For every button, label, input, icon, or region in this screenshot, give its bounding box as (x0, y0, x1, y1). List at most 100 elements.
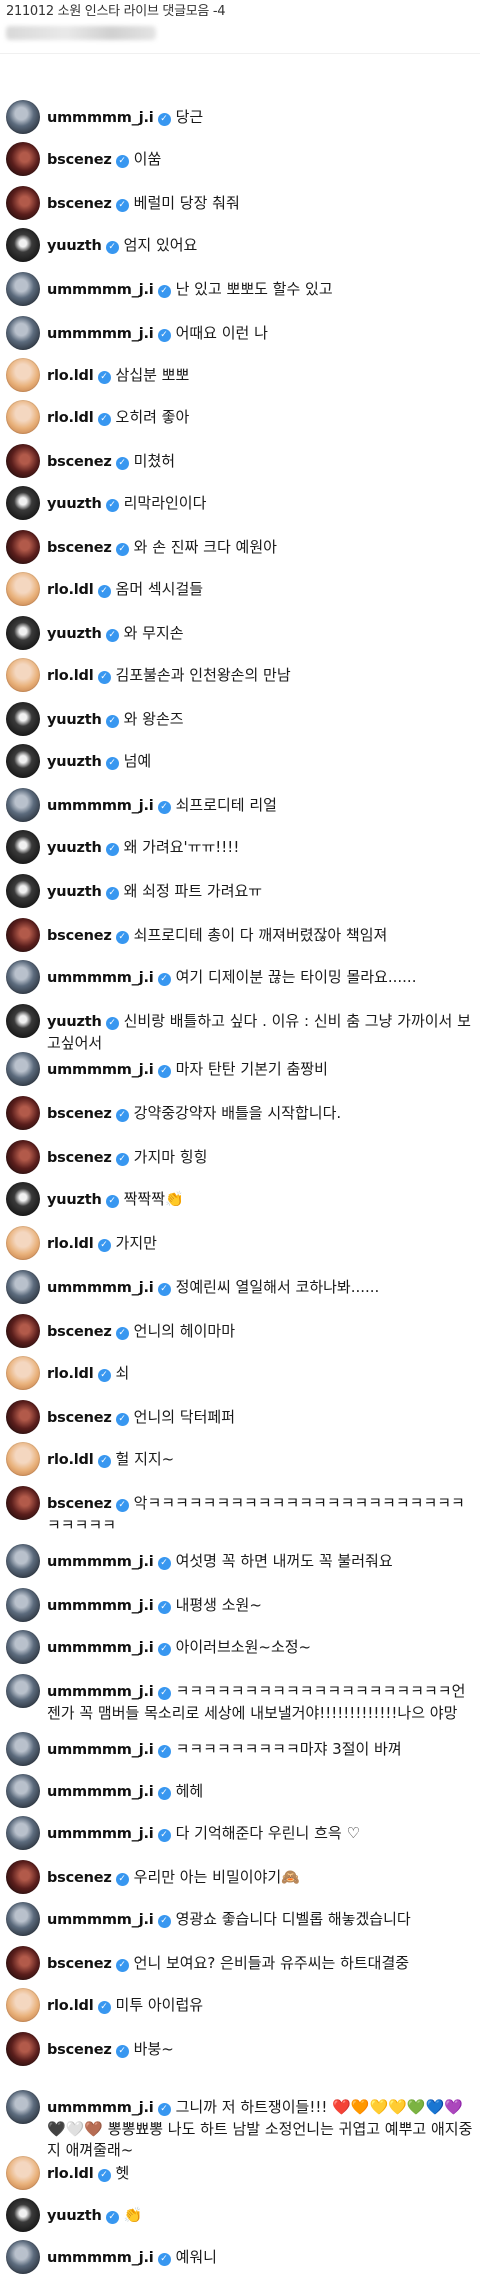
avatar[interactable] (6, 142, 40, 176)
comment-username[interactable]: yuuzth (47, 496, 102, 512)
avatar[interactable] (6, 2198, 40, 2232)
comment-username[interactable]: ummmmm_j.i (47, 1280, 154, 1296)
avatar[interactable] (6, 228, 40, 262)
comment-username[interactable]: yuuzth (47, 626, 102, 642)
avatar[interactable] (6, 830, 40, 864)
avatar[interactable] (6, 1630, 40, 1664)
avatar[interactable] (6, 186, 40, 220)
avatar[interactable] (6, 1004, 40, 1038)
avatar[interactable] (6, 530, 40, 564)
comment-username[interactable]: bscenez (47, 454, 112, 470)
avatar[interactable] (6, 1946, 40, 1980)
avatar[interactable] (6, 1774, 40, 1808)
comment-username[interactable]: ummmmm_j.i (47, 1684, 154, 1700)
avatar[interactable] (6, 358, 40, 392)
comment-username[interactable]: bscenez (47, 540, 112, 556)
avatar[interactable] (6, 1400, 40, 1434)
comment-username[interactable]: rlo.ldl (47, 1452, 94, 1468)
avatar[interactable] (6, 2090, 40, 2124)
comment-username[interactable]: bscenez (47, 196, 112, 212)
avatar[interactable] (6, 658, 40, 692)
avatar[interactable] (6, 1442, 40, 1476)
avatar[interactable] (6, 444, 40, 478)
avatar[interactable] (6, 1486, 40, 1520)
comment-username[interactable]: ummmmm_j.i (47, 1912, 154, 1928)
avatar[interactable] (6, 960, 40, 994)
comment-username[interactable]: ummmmm_j.i (47, 1598, 154, 1614)
comment-username[interactable]: yuuzth (47, 712, 102, 728)
avatar[interactable] (6, 616, 40, 650)
comment-username[interactable]: rlo.ldl (47, 368, 94, 384)
comment-username[interactable]: bscenez (47, 1956, 112, 1972)
verified-badge-icon: ✓ (115, 931, 129, 944)
comment-username[interactable]: ummmmm_j.i (47, 970, 154, 986)
avatar[interactable] (6, 400, 40, 434)
comment-username[interactable]: ummmmm_j.i (47, 1826, 154, 1842)
avatar[interactable] (6, 1588, 40, 1622)
comment-username[interactable]: bscenez (47, 1150, 112, 1166)
comment-username[interactable]: rlo.ldl (47, 1366, 94, 1382)
avatar[interactable] (6, 1902, 40, 1936)
avatar[interactable] (6, 572, 40, 606)
comment-username[interactable]: yuuzth (47, 238, 102, 254)
comment-username[interactable]: bscenez (47, 1106, 112, 1122)
avatar[interactable] (6, 1140, 40, 1174)
comment-username[interactable]: ummmmm_j.i (47, 110, 154, 126)
comment-username[interactable]: ummmmm_j.i (47, 1062, 154, 1078)
comment-username[interactable]: yuuzth (47, 2208, 102, 2224)
avatar[interactable] (6, 1674, 40, 1708)
comment-username[interactable]: ummmmm_j.i (47, 1554, 154, 1570)
comment-username[interactable]: ummmmm_j.i (47, 1784, 154, 1800)
comment-username[interactable]: rlo.ldl (47, 410, 94, 426)
avatar[interactable] (6, 100, 40, 134)
avatar[interactable] (6, 2156, 40, 2190)
avatar[interactable] (6, 1314, 40, 1348)
avatar[interactable] (6, 2240, 40, 2274)
comment-username[interactable]: yuuzth (47, 754, 102, 770)
comment-username[interactable]: yuuzth (47, 1192, 102, 1208)
comment-username[interactable]: bscenez (47, 1324, 112, 1340)
comment-body: ummmmm_j.i ✓ 그니까 저 하트쟁이들!!! ❤️🧡💛💛💚💙💜🖤🤍🤎 뽕뽕… (47, 2090, 474, 2161)
comment-username[interactable]: bscenez (47, 1496, 112, 1512)
comment-username[interactable]: yuuzth (47, 1014, 102, 1030)
comment-username[interactable]: rlo.ldl (47, 582, 94, 598)
comment-username[interactable]: rlo.ldl (47, 1998, 94, 2014)
comment-username[interactable]: rlo.ldl (47, 1236, 94, 1252)
avatar[interactable] (6, 744, 40, 778)
comment-username[interactable]: bscenez (47, 928, 112, 944)
comment-username[interactable]: rlo.ldl (47, 2166, 94, 2182)
avatar[interactable] (6, 1544, 40, 1578)
avatar[interactable] (6, 1270, 40, 1304)
comment-username[interactable]: ummmmm_j.i (47, 798, 154, 814)
comment-username[interactable]: bscenez (47, 2042, 112, 2058)
comment-username[interactable]: yuuzth (47, 840, 102, 856)
avatar[interactable] (6, 1096, 40, 1130)
comment-username[interactable]: rlo.ldl (47, 668, 94, 684)
comment-username[interactable]: ummmmm_j.i (47, 282, 154, 298)
avatar[interactable] (6, 1860, 40, 1894)
avatar[interactable] (6, 316, 40, 350)
avatar[interactable] (6, 1356, 40, 1390)
comment-username[interactable]: ummmmm_j.i (47, 2100, 154, 2116)
comment-username[interactable]: bscenez (47, 1870, 112, 1886)
avatar[interactable] (6, 1988, 40, 2022)
comment-username[interactable]: ummmmm_j.i (47, 2250, 154, 2266)
avatar[interactable] (6, 1226, 40, 1260)
avatar[interactable] (6, 486, 40, 520)
avatar[interactable] (6, 2032, 40, 2066)
comment-username[interactable]: ummmmm_j.i (47, 1640, 154, 1656)
avatar[interactable] (6, 702, 40, 736)
avatar[interactable] (6, 788, 40, 822)
avatar[interactable] (6, 874, 40, 908)
comment-username[interactable]: ummmmm_j.i (47, 1742, 154, 1758)
avatar[interactable] (6, 1732, 40, 1766)
comment-username[interactable]: ummmmm_j.i (47, 326, 154, 342)
avatar[interactable] (6, 1182, 40, 1216)
comment-username[interactable]: yuuzth (47, 884, 102, 900)
comment-username[interactable]: bscenez (47, 1410, 112, 1426)
avatar[interactable] (6, 272, 40, 306)
avatar[interactable] (6, 1052, 40, 1086)
avatar[interactable] (6, 918, 40, 952)
comment-username[interactable]: bscenez (47, 152, 112, 168)
avatar[interactable] (6, 1816, 40, 1850)
